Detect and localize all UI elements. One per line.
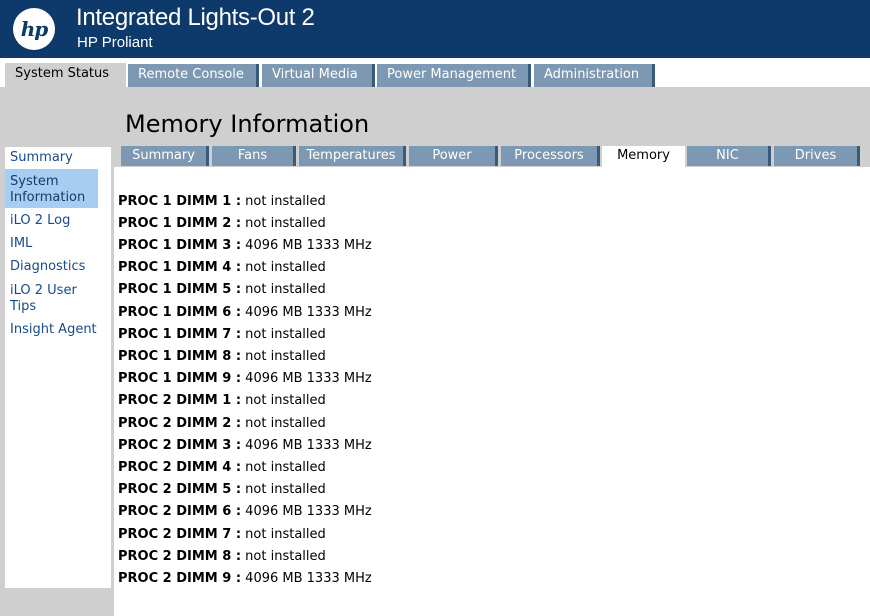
memory-subtab-bar: Summary Fans Temperatures Power Processo… <box>121 146 870 167</box>
memory-info-panel: PROC 1 DIMM 1 : not installed PROC 1 DIM… <box>114 167 870 616</box>
subtab-power[interactable]: Power <box>409 146 498 166</box>
subtab-summary[interactable]: Summary <box>121 146 209 166</box>
dimm-row: PROC 1 DIMM 2 : not installed <box>118 216 326 231</box>
sidebar-item-diagnostics[interactable]: Diagnostics <box>5 259 109 275</box>
tab-administration[interactable]: Administration <box>534 64 655 87</box>
dimm-row: PROC 1 DIMM 4 : not installed <box>118 260 326 275</box>
dimm-row: PROC 2 DIMM 1 : not installed <box>118 393 326 408</box>
sidebar-item-iml[interactable]: IML <box>5 236 109 252</box>
dimm-row: PROC 2 DIMM 3 : 4096 MB 1333 MHz <box>118 438 372 453</box>
app-title: Integrated Lights-Out 2 <box>76 4 315 31</box>
sidebar-item-ilo2-log[interactable]: iLO 2 Log <box>5 213 109 229</box>
app-subtitle: HP Proliant <box>77 34 153 51</box>
dimm-row: PROC 1 DIMM 8 : not installed <box>118 349 326 364</box>
tab-virtual-media[interactable]: Virtual Media <box>262 64 375 87</box>
subtab-processors[interactable]: Processors <box>501 146 600 166</box>
dimm-row: PROC 2 DIMM 2 : not installed <box>118 416 326 431</box>
subtab-drives[interactable]: Drives <box>774 146 860 166</box>
dimm-row: PROC 2 DIMM 7 : not installed <box>118 527 326 542</box>
app-header: hp Integrated Lights-Out 2 HP Proliant <box>0 0 870 58</box>
subtab-temperatures[interactable]: Temperatures <box>299 146 406 166</box>
hp-logo-icon: hp <box>13 8 55 50</box>
dimm-row: PROC 1 DIMM 3 : 4096 MB 1333 MHz <box>118 238 372 253</box>
subtab-fans[interactable]: Fans <box>212 146 296 166</box>
dimm-row: PROC 1 DIMM 7 : not installed <box>118 327 326 342</box>
dimm-row: PROC 1 DIMM 6 : 4096 MB 1333 MHz <box>118 305 372 320</box>
tab-power-management[interactable]: Power Management <box>377 64 531 87</box>
page-title: Memory Information <box>125 110 370 138</box>
tab-system-status[interactable]: System Status <box>5 63 126 87</box>
dimm-row: PROC 2 DIMM 4 : not installed <box>118 460 326 475</box>
top-tab-bar: System Status Remote Console Virtual Med… <box>0 58 870 87</box>
sidebar-item-insight-agent[interactable]: Insight Agent <box>5 322 109 338</box>
dimm-row: PROC 1 DIMM 9 : 4096 MB 1333 MHz <box>118 371 372 386</box>
dimm-row: PROC 2 DIMM 5 : not installed <box>118 482 326 497</box>
dimm-row: PROC 2 DIMM 6 : 4096 MB 1333 MHz <box>118 504 372 519</box>
sidebar-item-ilo2-user-tips[interactable]: iLO 2 User Tips <box>5 283 95 315</box>
dimm-row: PROC 2 DIMM 8 : not installed <box>118 549 326 564</box>
dimm-row: PROC 1 DIMM 5 : not installed <box>118 282 326 297</box>
dimm-row: PROC 2 DIMM 9 : 4096 MB 1333 MHz <box>118 571 372 586</box>
sidebar-item-system-information[interactable]: System Information <box>5 169 98 208</box>
sidebar-item-summary[interactable]: Summary <box>5 150 109 166</box>
subtab-nic[interactable]: NIC <box>687 146 771 166</box>
dimm-row: PROC 1 DIMM 1 : not installed <box>118 194 326 209</box>
tab-remote-console[interactable]: Remote Console <box>128 64 259 87</box>
sidebar: Summary System Information iLO 2 Log IML… <box>0 147 114 616</box>
subtab-memory[interactable]: Memory <box>602 146 685 167</box>
